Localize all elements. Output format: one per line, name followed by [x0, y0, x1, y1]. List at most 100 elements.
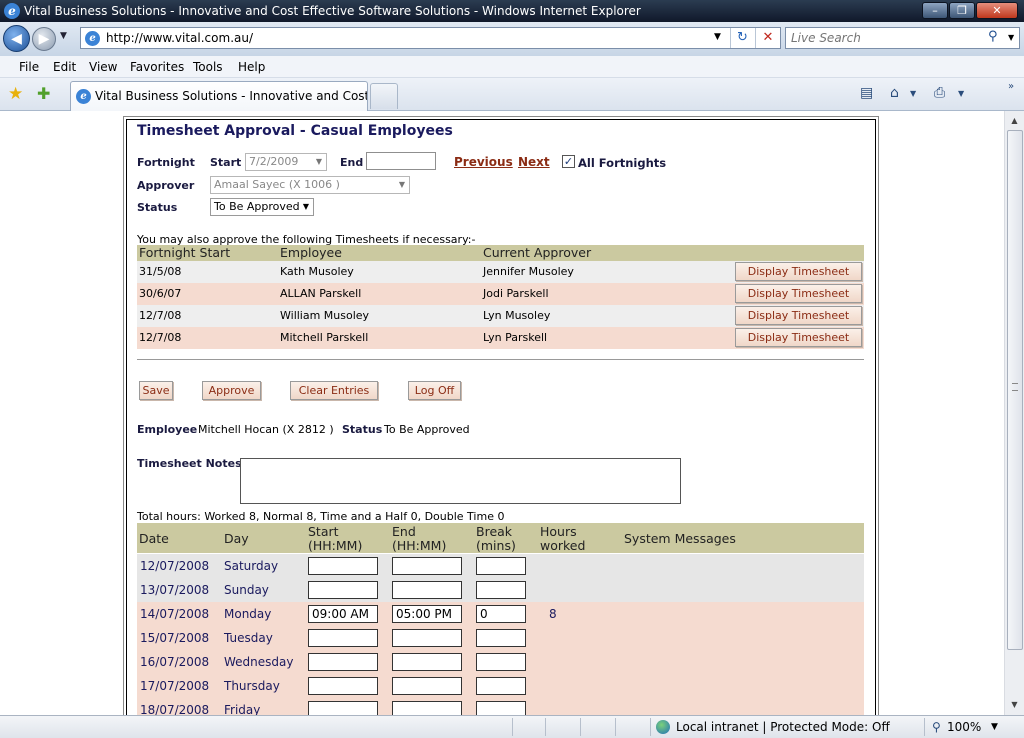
scroll-down-icon[interactable]: ▼: [1007, 697, 1022, 713]
end-time-input[interactable]: [392, 653, 462, 671]
display-timesheet-button[interactable]: Display Timesheet: [735, 284, 862, 303]
start-time-input[interactable]: [308, 629, 378, 647]
url-field[interactable]: e http://www.vital.com.au/ ▼ ↻ ✕: [80, 27, 781, 49]
search-box[interactable]: ⚲ ▼: [785, 27, 1020, 49]
chevron-down-icon: ▼: [398, 180, 405, 189]
row-employee: ALLAN Parskell: [280, 287, 362, 300]
chevron-more-icon[interactable]: »: [1008, 81, 1014, 92]
start-time-input[interactable]: [308, 581, 378, 599]
scroll-thumb[interactable]: [1007, 130, 1023, 650]
menu-tools[interactable]: Tools: [193, 56, 223, 78]
zoom-level[interactable]: 100%: [947, 716, 981, 738]
zoom-dropdown-icon[interactable]: ▼: [991, 716, 998, 738]
start-time-input[interactable]: [308, 557, 378, 575]
status-divider: [924, 718, 925, 736]
row-date: 15/07/2008: [140, 631, 210, 645]
start-time-input[interactable]: [308, 677, 378, 695]
start-time-input[interactable]: 09:00 AM: [308, 605, 378, 623]
end-time-input[interactable]: [392, 629, 462, 647]
display-timesheet-button[interactable]: Display Timesheet: [735, 262, 862, 281]
search-dropdown-icon[interactable]: ▼: [1008, 33, 1014, 42]
print-icon[interactable]: ⎙: [934, 85, 945, 101]
col-end: End: [392, 524, 416, 539]
menu-edit[interactable]: Edit: [53, 56, 76, 78]
search-input[interactable]: [789, 30, 984, 46]
row-day: Wednesday: [224, 655, 294, 669]
approver-select[interactable]: Amaal Sayec (X 1006 ) ▼: [210, 176, 410, 194]
break-input[interactable]: [476, 653, 526, 671]
next-link[interactable]: Next: [518, 155, 550, 169]
col-break: Break: [476, 524, 513, 539]
refresh-icon[interactable]: ↻: [730, 28, 754, 48]
clear-entries-button[interactable]: Clear Entries: [290, 381, 378, 400]
close-icon[interactable]: ✕: [976, 2, 1018, 19]
menu-favorites[interactable]: Favorites: [130, 56, 184, 78]
status-select[interactable]: To Be Approved ▼: [210, 198, 314, 216]
favorites-star-icon[interactable]: ★: [8, 84, 23, 104]
col-fortnight-start: Fortnight Start: [139, 245, 231, 260]
row-date: 14/07/2008: [140, 607, 210, 621]
end-time-input[interactable]: 05:00 PM: [392, 605, 462, 623]
break-input[interactable]: [476, 677, 526, 695]
break-input[interactable]: [476, 629, 526, 647]
display-timesheet-button[interactable]: Display Timesheet: [735, 306, 862, 325]
menu-help[interactable]: Help: [238, 56, 265, 78]
page-viewport: Timesheet Approval - Casual Employees Fo…: [0, 111, 1004, 715]
vertical-scrollbar[interactable]: ▲ ▼: [1004, 111, 1024, 715]
start-time-input[interactable]: [308, 653, 378, 671]
ie-logo-icon: e: [4, 3, 20, 19]
timesheet-notes-field[interactable]: [240, 458, 681, 504]
break-input[interactable]: 0: [476, 605, 526, 623]
end-time-input[interactable]: [392, 557, 462, 575]
search-icon[interactable]: ⚲: [988, 29, 998, 44]
table-row: 16/07/2008 Wednesday: [137, 650, 864, 674]
home-icon[interactable]: ⌂: [890, 85, 899, 101]
menu-view[interactable]: View: [89, 56, 117, 78]
status-value: To Be Approved: [214, 200, 300, 213]
new-tab-button[interactable]: [370, 83, 398, 109]
url-dropdown-icon[interactable]: ▼: [714, 32, 721, 42]
previous-link[interactable]: Previous: [454, 155, 513, 169]
timesheet-header: Date Day Start (HH:MM) End (HH:MM) Break…: [137, 523, 864, 553]
start-date-value: 7/2/2009: [249, 155, 299, 168]
scroll-up-icon[interactable]: ▲: [1007, 113, 1022, 129]
all-fortnights-checkbox[interactable]: ✓: [562, 155, 575, 168]
menu-file[interactable]: File: [19, 56, 39, 78]
feeds-icon[interactable]: ▤: [860, 85, 873, 101]
break-input[interactable]: [476, 581, 526, 599]
print-dropdown-icon[interactable]: ▼: [958, 89, 964, 98]
row-fortnight-start: 12/7/08: [139, 309, 182, 322]
start-date-select[interactable]: 7/2/2009 ▼: [245, 153, 327, 171]
end-date-field[interactable]: [366, 152, 436, 170]
add-favorite-icon[interactable]: ✚: [37, 84, 50, 103]
display-timesheet-button[interactable]: Display Timesheet: [735, 328, 862, 347]
break-input[interactable]: [476, 557, 526, 575]
url-text[interactable]: http://www.vital.com.au/: [106, 31, 253, 45]
log-off-button[interactable]: Log Off: [408, 381, 461, 400]
row-day: Tuesday: [224, 631, 273, 645]
row-date: 17/07/2008: [140, 679, 210, 693]
row-fortnight-start: 30/6/07: [139, 287, 182, 300]
tab-vital-business[interactable]: e Vital Business Solutions - Innovative …: [70, 81, 368, 111]
end-time-input[interactable]: [392, 581, 462, 599]
end-time-input[interactable]: [392, 677, 462, 695]
break-input[interactable]: [476, 701, 526, 715]
start-time-input[interactable]: [308, 701, 378, 715]
forward-arrow-icon[interactable]: ▶: [32, 27, 56, 51]
minimize-icon[interactable]: –: [922, 2, 948, 19]
stop-icon[interactable]: ✕: [755, 28, 780, 48]
end-time-input[interactable]: [392, 701, 462, 715]
maximize-icon[interactable]: ❐: [949, 2, 975, 19]
recent-pages-dropdown-icon[interactable]: ▼: [60, 31, 67, 41]
col-current-approver: Current Approver: [483, 245, 592, 260]
save-button[interactable]: Save: [139, 381, 173, 400]
status-bar: Local intranet | Protected Mode: Off ⚲ 1…: [0, 715, 1024, 738]
row-approver: Lyn Musoley: [483, 309, 551, 322]
approve-button[interactable]: Approve: [202, 381, 261, 400]
tab-ie-icon: e: [76, 89, 91, 104]
zoom-icon[interactable]: ⚲: [932, 716, 941, 738]
security-zone-text[interactable]: Local intranet | Protected Mode: Off: [676, 716, 890, 738]
home-dropdown-icon[interactable]: ▼: [910, 89, 916, 98]
start-label: Start: [210, 156, 242, 169]
back-arrow-icon[interactable]: ◀: [3, 25, 30, 52]
